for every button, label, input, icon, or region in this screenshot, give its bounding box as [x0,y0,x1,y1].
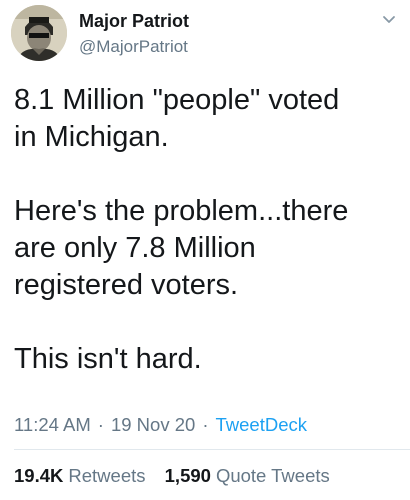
quote-tweets-stat[interactable]: 1,590 Quote Tweets [165,465,330,486]
tweet-source-link[interactable]: TweetDeck [215,414,307,435]
avatar-image [11,5,67,61]
display-name[interactable]: Major Patriot [79,11,189,32]
tweet-paragraph: This isn't hard. [14,343,202,375]
tweet-date[interactable]: 19 Nov 20 [111,414,195,435]
tweet-meta: 11:24 AM · 19 Nov 20 · TweetDeck [14,414,307,436]
quote-tweets-count: 1,590 [164,465,211,486]
tweet-paragraph: Here's the problem...there are only 7.8 … [14,195,349,301]
chevron-down-icon[interactable] [380,10,398,28]
user-handle[interactable]: @MajorPatriot [79,37,188,57]
tweet-text: 8.1 Million "people" voted in Michigan. … [14,82,399,378]
retweets-count: 19.4K [14,465,64,486]
tweet: Major Patriot @MajorPatriot 8.1 Million … [0,0,410,500]
tweet-paragraph: 8.1 Million "people" voted in Michigan. [14,84,340,153]
tweet-stats: 19.4K Retweets 1,590 Quote Tweets [14,465,330,487]
quote-tweets-label: Quote Tweets [215,465,330,486]
divider [14,449,410,450]
avatar[interactable] [11,5,67,61]
retweets-stat[interactable]: 19.4K Retweets [14,465,146,486]
retweets-label: Retweets [68,465,146,486]
meta-separator: · [202,414,209,435]
tweet-time[interactable]: 11:24 AM [14,414,91,435]
meta-separator: · [97,414,104,435]
